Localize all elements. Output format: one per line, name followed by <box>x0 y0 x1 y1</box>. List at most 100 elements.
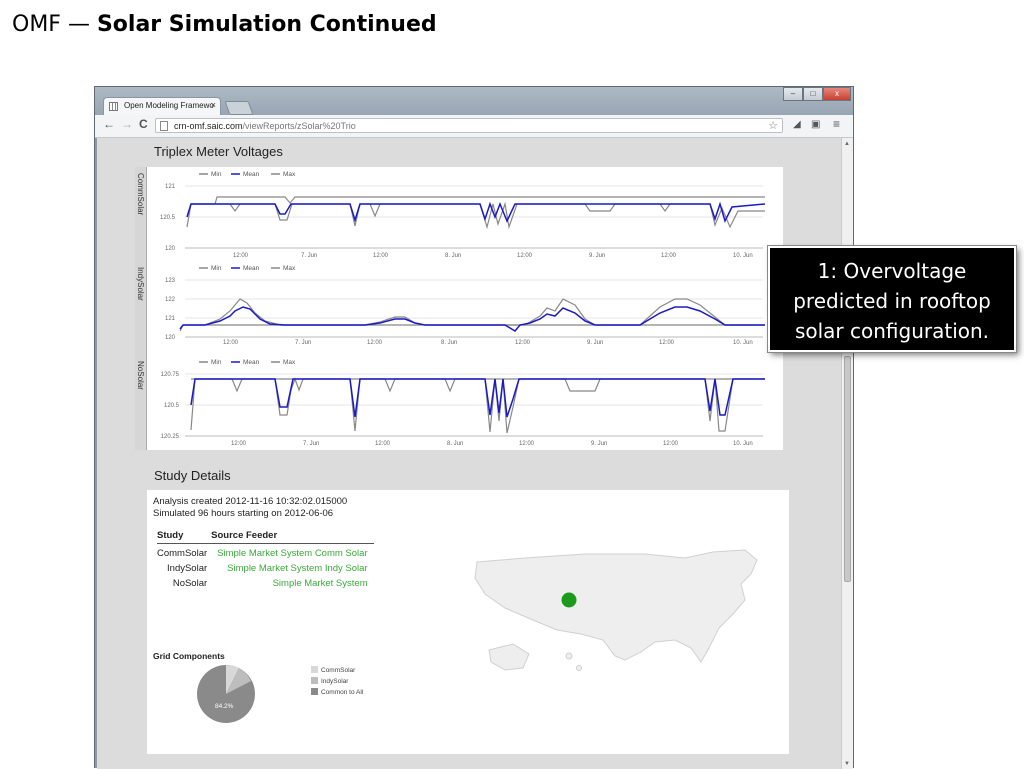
svg-text:12:00: 12:00 <box>367 340 383 346</box>
svg-text:120: 120 <box>165 335 176 341</box>
tab-strip: Open Modeling Framewo × – □ x <box>95 87 853 115</box>
scroll-up-icon[interactable]: ▲ <box>844 141 850 147</box>
minimize-button[interactable]: – <box>783 87 803 101</box>
us-map <box>474 549 758 671</box>
svg-text:122: 122 <box>165 297 176 303</box>
svg-text:Min: Min <box>211 359 222 366</box>
svg-text:121: 121 <box>165 184 176 190</box>
study-table: Study Source Feeder CommSolar Simple Mar… <box>157 530 374 589</box>
extension-icon[interactable]: ◢ <box>793 119 801 130</box>
window-controls: – □ x <box>783 87 851 101</box>
legend-item: Common to All <box>311 687 363 698</box>
svg-text:Max: Max <box>283 171 296 178</box>
svg-text:120.25: 120.25 <box>161 434 180 440</box>
grid-components-pie: 84.2% <box>197 664 255 723</box>
forward-arrow-icon[interactable]: → <box>121 117 133 131</box>
svg-text:Mean: Mean <box>243 265 260 272</box>
svg-text:12:00: 12:00 <box>233 253 249 259</box>
svg-text:Mean: Mean <box>243 171 260 178</box>
svg-text:120: 120 <box>165 246 176 252</box>
address-bar[interactable]: crn-omf.saic.com/viewReports/zSolar%20Tr… <box>155 118 783 133</box>
slide-title-prefix: OMF — <box>12 12 90 37</box>
tab-title: Open Modeling Framewo <box>124 101 214 110</box>
details-title: Study Details <box>154 468 231 483</box>
callout-line-3: solar configuration. <box>794 319 990 343</box>
svg-text:120.75: 120.75 <box>161 372 180 378</box>
svg-text:9. Jun: 9. Jun <box>587 340 603 346</box>
svg-text:10. Jun: 10. Jun <box>733 441 753 447</box>
x-axis-labels: 12:00 7. Jun 12:00 8. Jun 12:00 9. Jun 1… <box>231 441 753 447</box>
svg-text:7. Jun: 7. Jun <box>295 340 311 346</box>
grid-components-title: Grid Components <box>153 651 225 661</box>
evernote-icon[interactable]: ▣ <box>811 119 820 130</box>
back-arrow-icon[interactable]: ← <box>103 117 115 131</box>
close-window-button[interactable]: x <box>823 87 851 101</box>
callout-line-2: predicted in rooftop <box>793 289 991 313</box>
legend: Min Mean Max <box>199 171 296 178</box>
vertical-scrollbar[interactable]: ▲ ▼ <box>841 138 853 769</box>
svg-text:10. Jun: 10. Jun <box>733 340 753 346</box>
chart-nosolar: Min Mean Max 120.75 120.5 120.25 12:00 7… <box>161 359 765 447</box>
feeder-location-marker[interactable] <box>561 592 577 608</box>
legend: Min Mean Max <box>199 265 296 272</box>
svg-text:12:00: 12:00 <box>375 441 391 447</box>
table-row: IndySolar Simple Market System Indy Sola… <box>157 559 374 574</box>
slide-title-text: Solar Simulation Continued <box>96 12 437 37</box>
table-row: CommSolar Simple Market System Comm Sola… <box>157 544 374 559</box>
browser-tab[interactable]: Open Modeling Framewo × <box>103 97 221 115</box>
bookmark-star-icon[interactable]: ☆ <box>768 119 778 134</box>
svg-text:8. Jun: 8. Jun <box>447 441 463 447</box>
svg-text:12:00: 12:00 <box>231 441 247 447</box>
svg-text:123: 123 <box>165 278 176 284</box>
x-axis-labels: 12:00 7. Jun 12:00 8. Jun 12:00 9. Jun 1… <box>233 253 753 259</box>
svg-text:12:00: 12:00 <box>373 253 389 259</box>
grid-favicon-icon <box>109 102 118 111</box>
scrollbar-thumb[interactable] <box>844 356 851 582</box>
feeder-link[interactable]: Simple Market System <box>211 574 373 589</box>
page-viewport: Triplex Meter Voltages CommSolar IndySol… <box>97 138 841 769</box>
slide-title: OMF — Solar Simulation Continued <box>12 12 437 37</box>
study-details-panel: Analysis created 2012-11-16 10:32:02.015… <box>147 490 789 754</box>
legend: Min Mean Max <box>199 359 296 366</box>
new-tab-button[interactable] <box>224 101 254 115</box>
simulated-hours: Simulated 96 hours starting on 2012-06-0… <box>153 508 334 519</box>
svg-text:Min: Min <box>211 265 222 272</box>
legend-item: CommSolar <box>311 665 363 676</box>
table-row: NoSolar Simple Market System <box>157 574 374 589</box>
scroll-down-icon[interactable]: ▼ <box>844 761 850 767</box>
url-path: /viewReports/zSolar%20Trio <box>242 121 356 131</box>
maximize-button[interactable]: □ <box>803 87 823 101</box>
svg-text:9. Jun: 9. Jun <box>589 253 605 259</box>
svg-text:Min: Min <box>211 171 222 178</box>
feeder-header: Source Feeder <box>211 530 374 544</box>
feeder-link[interactable]: Simple Market System Indy Solar <box>211 559 373 574</box>
svg-text:120.5: 120.5 <box>160 215 176 221</box>
feeder-link[interactable]: Simple Market System Comm Solar <box>211 544 373 559</box>
svg-text:12:00: 12:00 <box>223 340 239 346</box>
voltage-charts-svg: Min Mean Max 121 120.5 120 12:00 7. Jun … <box>160 171 766 447</box>
legend-item: IndySolar <box>311 676 363 687</box>
svg-text:7. Jun: 7. Jun <box>301 253 317 259</box>
voltages-title: Triplex Meter Voltages <box>154 144 283 159</box>
tab-close-icon[interactable]: × <box>211 100 216 110</box>
svg-text:12:00: 12:00 <box>517 253 533 259</box>
url-host: crn-omf.saic.com <box>174 121 243 131</box>
overvoltage-callout: 1: Overvoltage predicted in rooftop sola… <box>767 245 1017 353</box>
voltage-chart-panel: CommSolar IndySolar NoSolar Min Mean Max… <box>135 167 783 450</box>
svg-text:Max: Max <box>283 265 296 272</box>
svg-text:8. Jun: 8. Jun <box>441 340 457 346</box>
svg-text:12:00: 12:00 <box>515 340 531 346</box>
x-axis-labels: 12:00 7. Jun 12:00 8. Jun 12:00 9. Jun 1… <box>223 340 753 346</box>
browser-toolbar: ← → C crn-omf.saic.com/viewReports/zSola… <box>95 115 853 138</box>
chart-commsolar: Min Mean Max 121 120.5 120 12:00 7. Jun … <box>160 171 766 259</box>
svg-text:8. Jun: 8. Jun <box>445 253 461 259</box>
reload-icon[interactable]: C <box>139 117 148 131</box>
pie-legend: CommSolar IndySolar Common to All <box>311 665 363 698</box>
menu-icon[interactable]: ≡ <box>833 117 840 131</box>
analysis-created: Analysis created 2012-11-16 10:32:02.015… <box>153 496 348 507</box>
callout-line-1: 1: Overvoltage <box>817 259 967 283</box>
svg-text:121: 121 <box>165 316 176 322</box>
svg-text:Mean: Mean <box>243 359 260 366</box>
svg-text:Max: Max <box>283 359 296 366</box>
chart-indysolar: Min Mean Max 123 122 121 120 12:00 7. Ju… <box>165 265 765 346</box>
